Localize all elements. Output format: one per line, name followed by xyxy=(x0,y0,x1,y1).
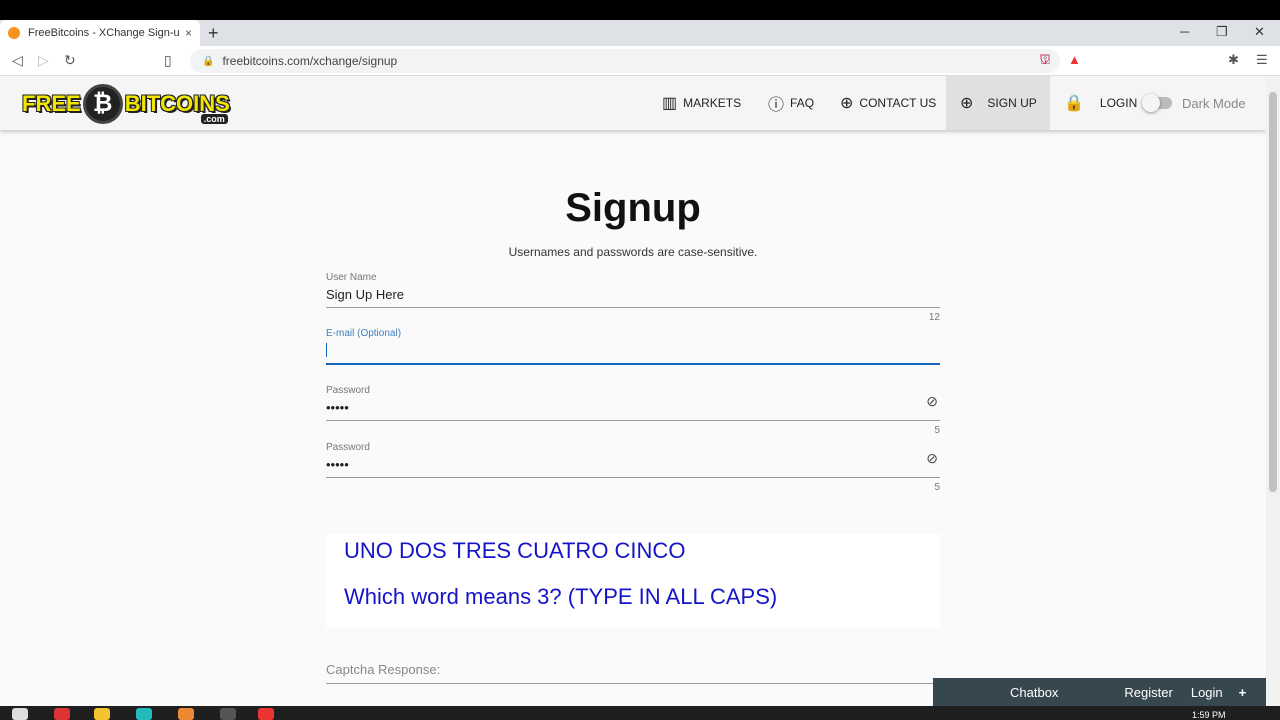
password-label: Password xyxy=(326,385,370,396)
logo-text-left: FREE xyxy=(22,91,81,116)
username-label: User Name xyxy=(326,272,377,283)
visibility-off-icon[interactable]: ⊘ xyxy=(926,450,938,467)
bitcoin-logo-icon: ₿ xyxy=(82,84,123,124)
lifebuoy-icon: ⊕ xyxy=(840,95,854,112)
firefox-taskbar-icon[interactable] xyxy=(178,708,194,720)
page-subtitle: Usernames and passwords are case-sensiti… xyxy=(508,245,758,259)
visibility-off-icon[interactable]: ⊘ xyxy=(926,393,938,410)
password-counter: 5 xyxy=(934,425,940,436)
url-field[interactable]: 🔒 freebitcoins.com/xchange/signup ⚿ xyxy=(190,49,1060,73)
username-field[interactable]: User Name Sign Up Here 12 xyxy=(326,272,940,323)
map-icon: ▥ xyxy=(662,95,678,112)
dark-mode-label: Dark Mode xyxy=(1182,96,1246,111)
reload-icon[interactable]: ↻ xyxy=(64,52,76,69)
confirm-password-counter: 5 xyxy=(934,482,940,493)
nav-contact[interactable]: ⊕ CONTACT US xyxy=(840,76,936,130)
brave-rewards-icon[interactable]: ▲ xyxy=(1068,52,1081,67)
taskbar: 1:59 PM xyxy=(0,706,1280,720)
confirm-password-label: Password xyxy=(326,442,370,453)
back-icon[interactable]: ◁ xyxy=(12,52,23,69)
logo-com: .com xyxy=(200,114,228,124)
username-underline xyxy=(326,307,940,308)
password-field[interactable]: Password ••••• 5 ⊘ xyxy=(326,385,940,436)
nav-markets-label: MARKETS xyxy=(683,96,742,110)
password-underline xyxy=(326,420,940,421)
brave-taskbar-icon[interactable] xyxy=(258,708,274,720)
minimize-button[interactable]: ─ xyxy=(1180,24,1189,39)
forward-icon[interactable]: ▷ xyxy=(38,52,49,69)
site-logo[interactable]: FREE ₿ BITCOINS .com xyxy=(22,82,230,126)
confirm-password-value[interactable]: ••••• xyxy=(326,457,940,473)
scrollbar-thumb[interactable] xyxy=(1269,92,1277,492)
tab-bar: FreeBitcoins - XChange Sign-up | × + ─ ❐… xyxy=(0,20,1280,46)
app-taskbar-icon[interactable] xyxy=(136,708,152,720)
new-tab-button[interactable]: + xyxy=(208,23,219,44)
username-value[interactable]: Sign Up Here xyxy=(326,287,940,303)
captcha-words: UNO DOS TRES CUATRO CINCO xyxy=(344,538,686,563)
captcha-response-field[interactable]: Captcha Response: xyxy=(326,662,940,684)
bookmark-icon[interactable]: ▯ xyxy=(164,52,172,69)
folder-taskbar-icon[interactable] xyxy=(94,708,110,720)
captcha-question: Which word means 3? (TYPE IN ALL CAPS) xyxy=(344,584,778,609)
confirm-password-field[interactable]: Password ••••• 5 ⊘ xyxy=(326,442,940,493)
url-text: freebitcoins.com/xchange/signup xyxy=(222,54,398,68)
menu-icon[interactable]: ☰ xyxy=(1256,52,1268,68)
close-tab-icon[interactable]: × xyxy=(185,26,192,40)
email-underline xyxy=(326,363,940,365)
window-close-button[interactable]: ✕ xyxy=(1254,24,1265,40)
favicon-icon xyxy=(8,27,20,39)
app2-taskbar-icon[interactable] xyxy=(220,708,236,720)
chatbox-bar[interactable]: Chatbox Register Login + xyxy=(933,678,1266,706)
captcha-response-label: Captcha Response: xyxy=(326,662,441,677)
brave-shield-icon[interactable]: ⛉ xyxy=(1040,52,1050,68)
browser-tab[interactable]: FreeBitcoins - XChange Sign-up | × xyxy=(0,20,200,46)
nav-signup[interactable]: ⊕ SIGN UP xyxy=(946,76,1050,130)
page: FREE ₿ BITCOINS .com ▥ MARKETS ⓘ FAQ ⊕ C… xyxy=(0,76,1266,706)
chrome-taskbar-icon[interactable] xyxy=(54,708,70,720)
lock-icon: 🔒 xyxy=(1064,95,1084,112)
chatbox-login-link[interactable]: Login xyxy=(1191,685,1223,700)
extensions-icon[interactable]: ✱ xyxy=(1228,52,1239,68)
page-scrollbar[interactable] xyxy=(1266,76,1280,706)
nav-contact-label: CONTACT US xyxy=(859,96,937,110)
chatbox-expand-icon[interactable]: + xyxy=(1239,685,1247,700)
nav-login-label: LOGIN xyxy=(1099,96,1138,110)
nav-login[interactable]: 🔒 LOGIN xyxy=(1064,76,1137,130)
plus-circle-icon: ⊕ xyxy=(960,95,974,112)
nav-signup-label: SIGN UP xyxy=(987,96,1037,110)
start-icon[interactable] xyxy=(12,708,28,720)
chatbox-register-link[interactable]: Register xyxy=(1124,685,1172,700)
password-value[interactable]: ••••• xyxy=(326,400,940,416)
tab-title: FreeBitcoins - XChange Sign-up | xyxy=(28,27,179,39)
help-circle-icon: ⓘ xyxy=(768,97,785,114)
nav-faq-label: FAQ xyxy=(790,96,815,110)
page-title: Signup xyxy=(565,186,701,230)
toggle-knob xyxy=(1142,94,1160,112)
email-field[interactable]: E-mail (Optional) xyxy=(326,328,940,365)
taskbar-clock: 1:59 PM xyxy=(1192,710,1226,720)
lock-icon: 🔒 xyxy=(202,55,215,67)
dark-mode-toggle[interactable] xyxy=(1142,94,1172,112)
text-cursor xyxy=(326,343,327,357)
restore-button[interactable]: ❐ xyxy=(1216,24,1228,40)
site-header: FREE ₿ BITCOINS .com ▥ MARKETS ⓘ FAQ ⊕ C… xyxy=(0,76,1266,130)
email-input[interactable] xyxy=(326,343,940,359)
nav-markets[interactable]: ▥ MARKETS xyxy=(662,76,741,130)
chatbox-title[interactable]: Chatbox xyxy=(1010,685,1058,700)
confirm-password-underline xyxy=(326,477,940,478)
email-label: E-mail (Optional) xyxy=(326,328,402,339)
username-counter: 12 xyxy=(928,312,940,323)
top-border xyxy=(0,0,1280,20)
captcha-image: UNO DOS TRES CUATRO CINCO Which word mea… xyxy=(326,534,940,628)
nav-faq[interactable]: ⓘ FAQ xyxy=(768,76,814,130)
address-bar-row: ◁ ▷ ↻ ▯ 🔒 freebitcoins.com/xchange/signu… xyxy=(0,46,1280,76)
